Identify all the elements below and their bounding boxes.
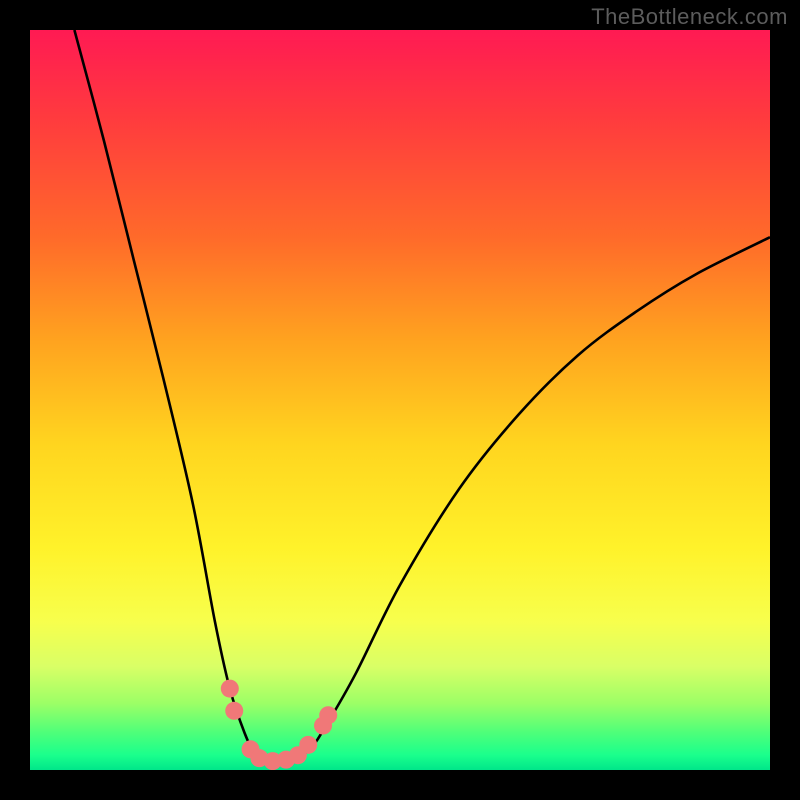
marker-group bbox=[221, 680, 337, 770]
chart-svg bbox=[30, 30, 770, 770]
plot-area bbox=[30, 30, 770, 770]
data-marker bbox=[221, 680, 239, 698]
curve-line bbox=[74, 30, 770, 763]
data-marker bbox=[319, 706, 337, 724]
data-marker bbox=[299, 736, 317, 754]
bottleneck-curve bbox=[74, 30, 770, 763]
chart-frame: TheBottleneck.com bbox=[0, 0, 800, 800]
watermark-text: TheBottleneck.com bbox=[591, 4, 788, 30]
data-marker bbox=[225, 702, 243, 720]
